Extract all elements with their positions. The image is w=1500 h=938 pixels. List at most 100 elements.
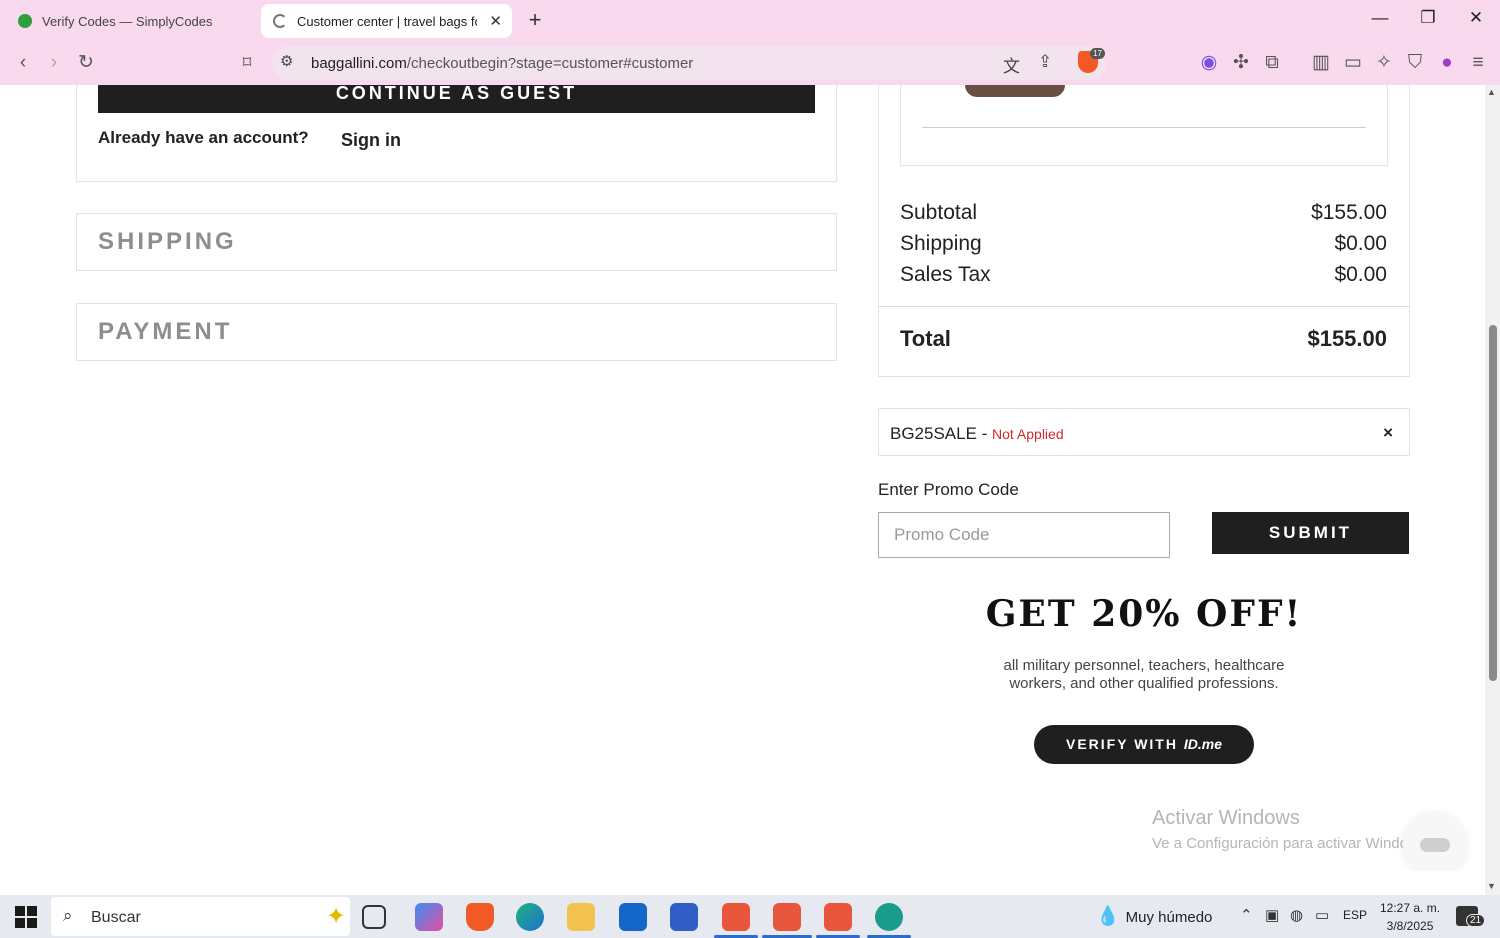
payment-section[interactable]: PAYMENT — [76, 303, 837, 361]
scroll-thumb[interactable] — [1489, 325, 1497, 681]
browser-toolbar: ‹ › ↻ ⌑ ⚙ baggallini.com/checkoutbegin?s… — [0, 42, 1500, 85]
applied-promo-code: BG25SALE - Not Applied × — [878, 408, 1410, 456]
weather-text: Muy húmedo — [1125, 909, 1213, 926]
shipping-value: $0.00 — [1334, 232, 1387, 255]
promo-code-value: BG25SALE — [890, 424, 977, 443]
url-path: /checkoutbegin?stage=customer#customer — [406, 55, 694, 72]
site-settings-icon[interactable]: ⚙ — [280, 52, 293, 70]
copilot-app-icon[interactable] — [415, 903, 443, 931]
promo-code-input[interactable] — [878, 512, 1170, 558]
display-icon[interactable]: ▭ — [1315, 906, 1329, 924]
subtotal-label: Subtotal — [900, 201, 978, 224]
new-tab-button[interactable]: + — [524, 9, 546, 31]
edge-app-icon[interactable] — [516, 903, 544, 931]
brave-app-icon[interactable] — [466, 903, 494, 931]
windows-logo-icon — [27, 906, 37, 916]
back-icon[interactable]: ‹ — [11, 51, 35, 75]
remove-promo-icon[interactable]: × — [1383, 423, 1393, 443]
translate-icon[interactable]: 文 — [1003, 52, 1020, 77]
page-scrollbar[interactable]: ▲ ▼ — [1485, 85, 1500, 895]
device-icon[interactable]: ▣ — [1265, 906, 1279, 924]
tab-search-icon[interactable]: ⧉ — [1260, 51, 1284, 75]
submit-promo-button[interactable]: SUBMIT — [1212, 512, 1409, 554]
start-button[interactable] — [15, 906, 37, 928]
offer-title: GET 20% OFF! — [985, 593, 1303, 635]
clock[interactable]: 12:27 a. m. 3/8/2025 — [1380, 899, 1440, 935]
simplycodes-favicon-icon — [18, 14, 32, 28]
network-icon[interactable]: ◍ — [1290, 906, 1303, 924]
search-label: Buscar — [91, 909, 141, 926]
sales-tax-label: Sales Tax — [900, 263, 991, 286]
tab-simplycodes[interactable]: Verify Codes — SimplyCodes — [8, 4, 256, 38]
widgets-icon[interactable] — [362, 905, 386, 929]
share-icon[interactable]: ⇪ — [1038, 52, 1052, 72]
leo-stars-icon[interactable]: ✧ — [1372, 51, 1396, 75]
tab-customer-center[interactable]: Customer center | travel bags for ✕ — [261, 4, 512, 38]
shipping-section[interactable]: SHIPPING — [76, 213, 837, 271]
browser-tab-bar: Verify Codes — SimplyCodes Customer cent… — [0, 0, 1500, 42]
offer-description: all military personnel, teachers, health… — [1003, 657, 1285, 692]
brave-profile-icon[interactable] — [722, 903, 750, 931]
sign-in-link[interactable]: Sign in — [341, 130, 401, 151]
profile-icon[interactable]: ● — [1435, 51, 1459, 75]
verify-with-idme-button[interactable]: VERIFY WITH ID.me — [1034, 725, 1254, 764]
enter-promo-label: Enter Promo Code — [878, 480, 1019, 499]
vpn-icon[interactable]: ⛉ — [1403, 51, 1427, 75]
brave-profile-icon[interactable] — [824, 903, 852, 931]
language-indicator[interactable]: ESP — [1343, 908, 1367, 922]
menu-icon[interactable]: ≡ — [1466, 51, 1490, 75]
copilot-sparkle-icon: ✦ — [326, 903, 347, 930]
bookmark-icon[interactable]: ⌑ — [235, 51, 259, 75]
leo-ai-icon[interactable]: ◉ — [1197, 51, 1221, 75]
checkout-page: CONTINUE AS GUEST Already have an accoun… — [0, 85, 1485, 871]
already-have-account-text: Already have an account? — [98, 128, 309, 147]
subtotal-value: $155.00 — [1311, 201, 1387, 224]
scroll-down-icon[interactable]: ▼ — [1487, 881, 1496, 891]
vpn-app-icon[interactable] — [875, 903, 903, 931]
product-image — [965, 85, 1065, 97]
divider — [922, 127, 1366, 128]
forward-icon[interactable]: › — [42, 51, 66, 75]
chat-widget-button[interactable] — [1403, 813, 1467, 871]
clock-time: 12:27 a. m. — [1380, 901, 1441, 915]
windows-taskbar: ⌕ Buscar ✦ 💧 Muy húmedo ⌃ ▣ ◍ ▭ ESP 12:27… — [0, 895, 1500, 938]
product-item — [900, 85, 1388, 166]
sales-tax-value: $0.00 — [1334, 263, 1387, 286]
minimize-button[interactable]: — — [1368, 8, 1392, 28]
total-label: Total — [900, 326, 951, 351]
activate-windows-hint: Ve a Configuración para activar Windows. — [1152, 835, 1431, 852]
outlook-app-icon[interactable] — [619, 903, 647, 931]
file-explorer-icon[interactable] — [567, 903, 595, 931]
url-host: baggallini.com — [311, 55, 407, 72]
windows-logo-icon — [15, 918, 25, 928]
scroll-up-icon[interactable]: ▲ — [1487, 87, 1496, 97]
sidebar-icon[interactable]: ▥ — [1309, 51, 1333, 75]
close-tab-icon[interactable]: ✕ — [489, 12, 502, 30]
continue-as-guest-button[interactable]: CONTINUE AS GUEST — [98, 85, 815, 113]
clock-date: 3/8/2025 — [1386, 919, 1434, 933]
brave-profile-icon[interactable] — [773, 903, 801, 931]
taskbar-search[interactable]: ⌕ Buscar ✦ — [51, 897, 350, 936]
maximize-button[interactable]: ❐ — [1416, 8, 1440, 28]
wallet-icon[interactable]: ▭ — [1341, 51, 1365, 75]
tab-label: Verify Codes — SimplyCodes — [42, 13, 213, 29]
tab-label: Customer center | travel bags for — [297, 13, 477, 29]
windows-logo-icon — [15, 906, 25, 916]
reload-icon[interactable]: ↻ — [74, 51, 98, 75]
notification-count-badge: 21 — [1466, 914, 1486, 927]
chevron-up-icon[interactable]: ⌃ — [1240, 906, 1253, 924]
address-bar[interactable]: ⚙ baggallini.com/checkoutbegin?stage=cus… — [272, 46, 1106, 80]
extensions-icon[interactable]: ✣ — [1229, 51, 1253, 75]
url-text[interactable]: baggallini.com/checkoutbegin?stage=custo… — [311, 55, 693, 72]
total-value: $155.00 — [1307, 326, 1387, 351]
payment-title: PAYMENT — [98, 318, 233, 345]
humidity-icon: 💧 — [1096, 906, 1120, 927]
shield-count-badge: 17 — [1090, 48, 1105, 59]
promo-code-text: BG25SALE - — [890, 424, 987, 444]
shipping-title: SHIPPING — [98, 228, 237, 255]
shipping-label: Shipping — [900, 232, 982, 255]
idme-logo: ID.me — [1183, 736, 1222, 752]
store-app-icon[interactable] — [670, 903, 698, 931]
close-window-button[interactable]: ✕ — [1464, 8, 1488, 28]
weather-widget[interactable]: 💧 Muy húmedo — [1096, 904, 1212, 928]
